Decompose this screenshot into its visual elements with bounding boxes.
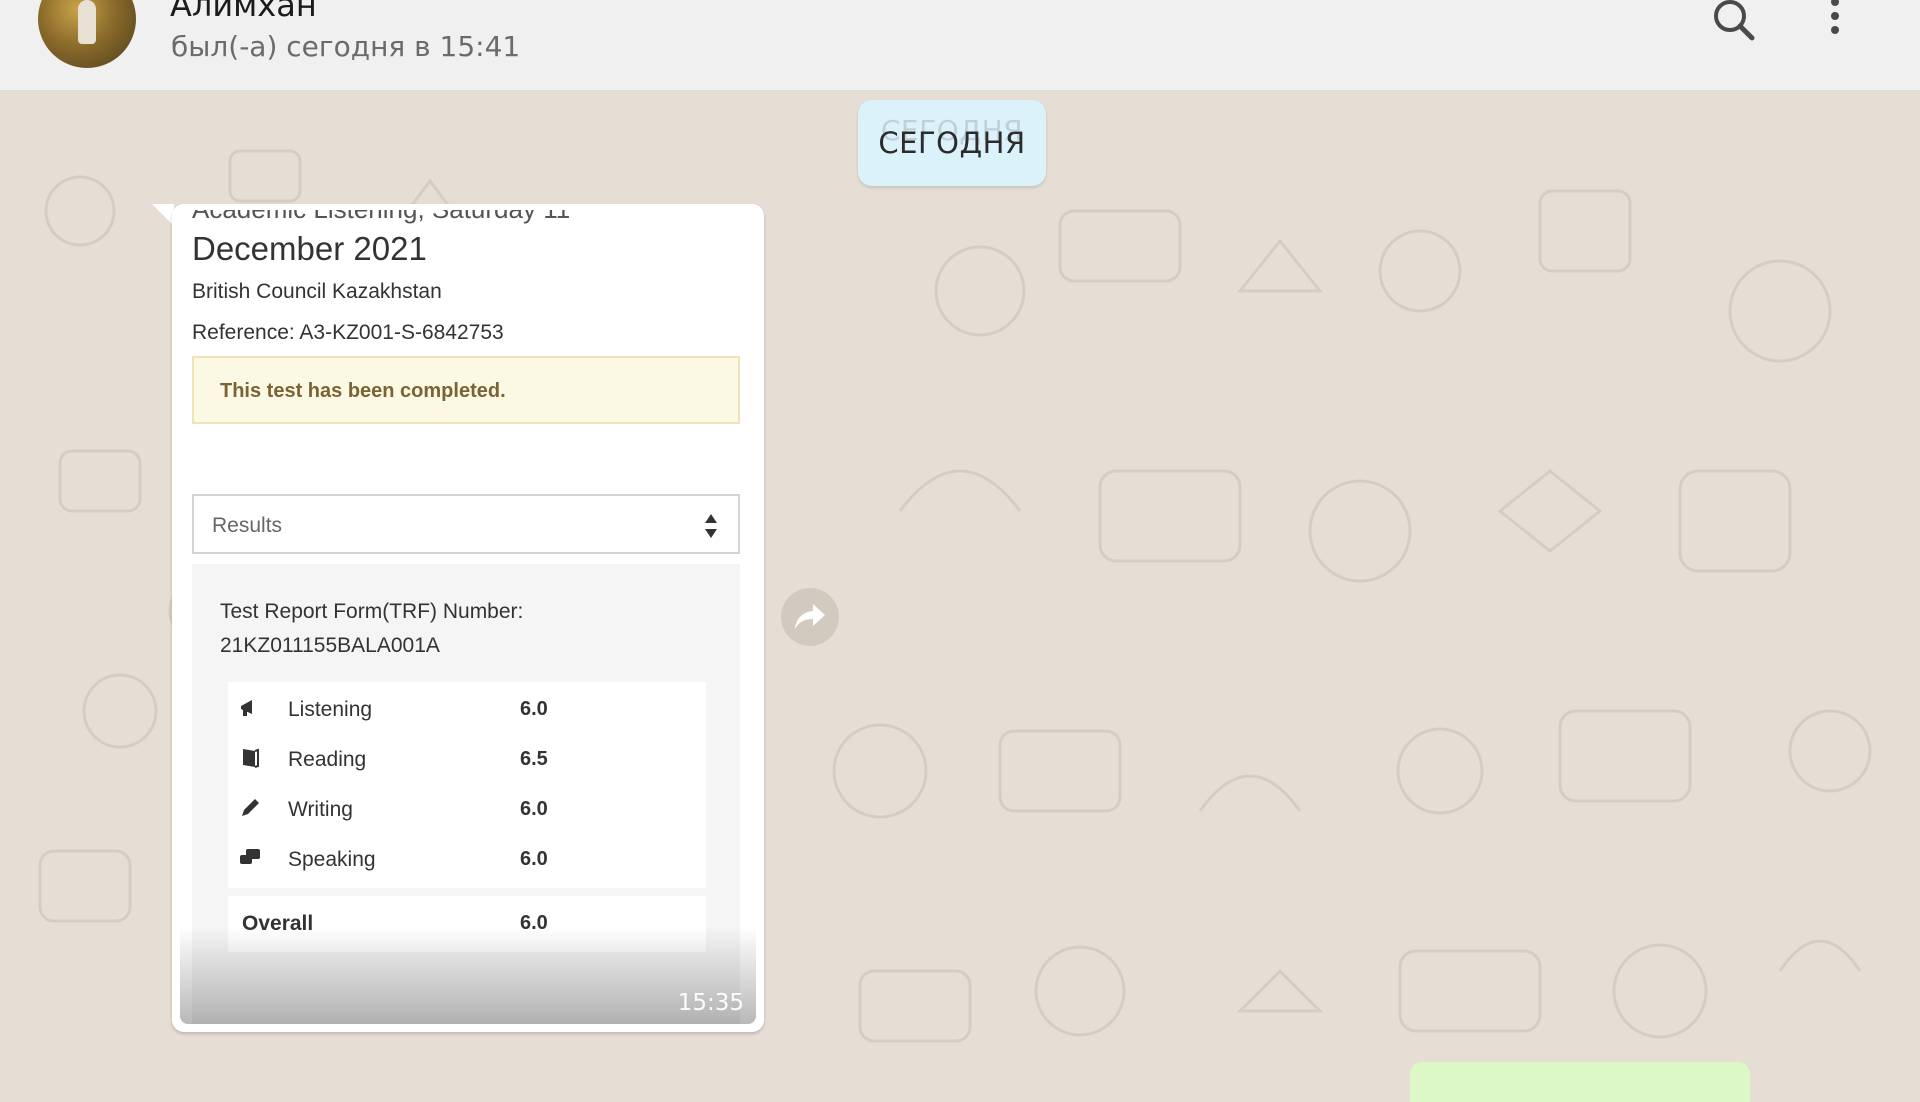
forward-button[interactable] [781,588,839,646]
date-chip-ghost: СЕГОДНЯ [880,114,1024,147]
contact-name[interactable]: Алимхан [170,0,317,24]
results-select-value: Results [212,514,283,537]
date-chip: СЕГОДНЯ СЕГОДНЯ [858,100,1046,186]
message-time: 15:35 [677,990,744,1016]
completed-alert: This test has been completed. [192,356,740,424]
exam-title-cut: Academic Listening, Saturday 11 [192,210,570,225]
book-icon [243,748,259,768]
contact-status: был(-а) сегодня в 15:41 [171,30,521,63]
trf-label: Test Report Form(TRF) Number: [220,600,524,623]
chat-header: Алимхан был(-а) сегодня в 15:41 [0,0,1920,91]
chat-bubbles-icon [240,849,260,864]
score-value: 6.0 [520,698,548,720]
image-fade [180,926,756,1024]
test-centre: British Council Kazakhstan [192,280,442,303]
bullhorn-icon [241,700,252,716]
select-arrows-icon [705,514,717,538]
score-skill: Listening [288,698,373,721]
reference-number: Reference: A3-KZ001-S-6842753 [192,321,504,344]
score-skill: Writing [288,798,353,821]
pencil-icon [242,799,259,816]
score-value: 6.0 [520,848,548,870]
outgoing-message-peek [1410,1062,1750,1102]
score-row-listening: Listening 6.0 [228,682,706,738]
bubble-tail [152,204,174,226]
trf-number: 21KZ011155BALA001A [220,634,440,657]
image-message-bubble[interactable]: Academic Listening, Saturday 11 December… [172,204,764,1032]
avatar[interactable] [38,0,136,68]
search-icon[interactable] [1708,0,1764,48]
score-skill: Reading [288,748,367,771]
score-value: 6.5 [520,748,548,770]
forward-icon [795,604,825,629]
score-row-reading: Reading 6.5 [228,732,706,788]
message-image[interactable]: Academic Listening, Saturday 11 December… [180,210,756,1024]
score-value: 6.0 [520,798,548,820]
score-row-speaking: Speaking 6.0 [228,832,706,888]
score-row-writing: Writing 6.0 [228,782,706,838]
menu-icon[interactable] [1818,0,1852,46]
score-skill: Speaking [288,848,376,871]
exam-date: December 2021 [192,230,427,267]
results-select: Results [192,494,740,554]
